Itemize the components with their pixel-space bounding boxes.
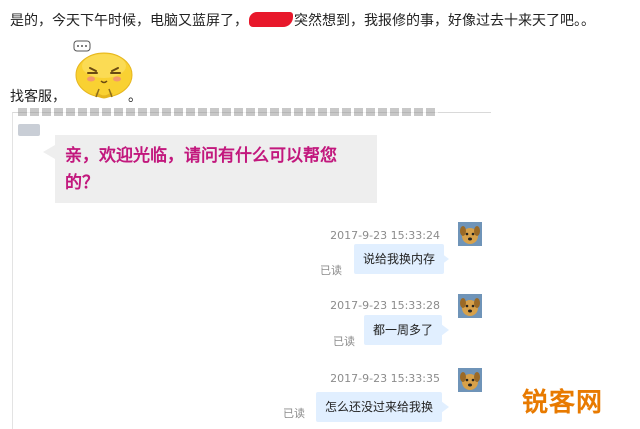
site-watermark: 锐客网 xyxy=(522,388,604,418)
dog-avatar-icon xyxy=(458,222,482,246)
user-message-bubble: 都一周多了 xyxy=(364,315,443,345)
message-timestamp: 2017-9-23 15:33:35 xyxy=(330,372,440,385)
agent-message-line: 亲，欢迎光临，请问有什么可以帮您 xyxy=(65,146,337,166)
bubble-tail xyxy=(441,401,449,413)
redaction-mark xyxy=(249,12,293,27)
user-message-bubble: 说给我换内存 xyxy=(354,244,445,274)
read-status: 已读 xyxy=(333,335,355,348)
post-text-part: 找客服， xyxy=(10,89,66,105)
post-text-line-1: 是的，今天下午时候，电脑又蓝屏了， 突然想到，我报修的事，好像过去十来天了吧。。 xyxy=(10,12,635,30)
message-timestamp: 2017-9-23 15:33:24 xyxy=(330,229,440,242)
agent-message-line: 的？ xyxy=(65,173,99,193)
bubble-tail xyxy=(441,324,449,336)
bubble-tail xyxy=(441,253,449,265)
post-text-part: 是的，今天下午时候，电脑又蓝屏了， xyxy=(10,13,248,29)
user-message-bubble: 怎么还没过来给我换 xyxy=(316,392,443,422)
message-timestamp: 2017-9-23 15:33:28 xyxy=(330,299,440,312)
post-text-part: 。 xyxy=(128,89,142,105)
cropped-text-strip xyxy=(18,108,438,116)
agent-message-bubble: 亲，欢迎光临，请问有什么可以帮您 的？ xyxy=(55,135,377,203)
agent-bubble-tail xyxy=(43,145,55,159)
post-text-line-2: 找客服， 。 xyxy=(10,88,142,106)
read-status: 已读 xyxy=(320,264,342,277)
agent-avatar-icon xyxy=(18,124,40,136)
dog-avatar-icon xyxy=(458,294,482,318)
dog-avatar-icon xyxy=(458,368,482,392)
post-text-part: 突然想到，我报修的事，好像过去十来天了吧。。 xyxy=(294,13,595,29)
read-status: 已读 xyxy=(283,407,305,420)
